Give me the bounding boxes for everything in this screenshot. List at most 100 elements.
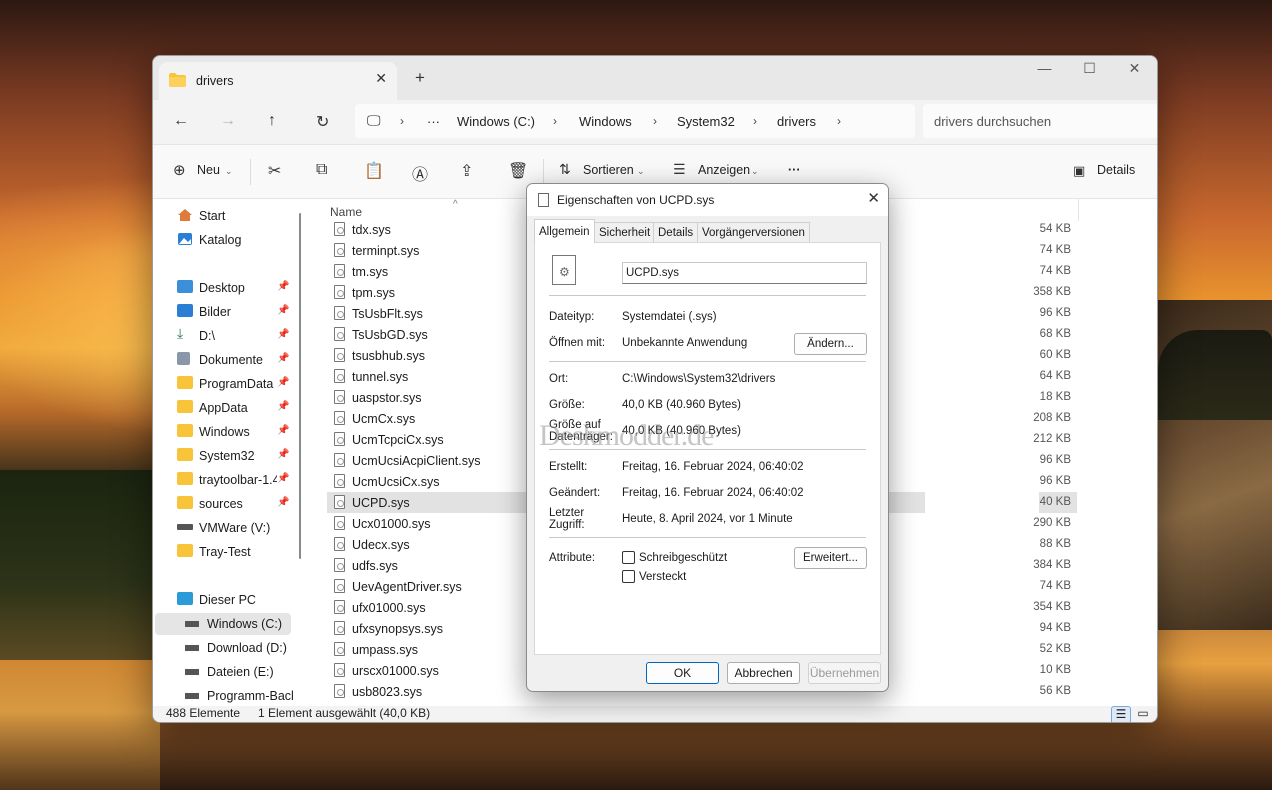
file-name: UcmTcpciCx.sys: [352, 433, 444, 447]
tab-drivers[interactable]: drivers ✕: [159, 62, 397, 100]
breadcrumb-more[interactable]: ···: [427, 114, 440, 129]
column-header-name[interactable]: Name: [330, 205, 362, 219]
filename-field[interactable]: UCPD.sys: [622, 262, 867, 284]
breadcrumb-system32[interactable]: System32: [677, 114, 735, 129]
details-button[interactable]: Details: [1097, 163, 1135, 177]
sidebar-item-dieser-pc[interactable]: Dieser PC: [177, 589, 301, 611]
back-arrow-icon[interactable]: ←: [173, 112, 189, 130]
sort-button[interactable]: Sortieren: [583, 163, 634, 177]
pin-icon[interactable]: 📌: [277, 425, 289, 436]
more-options-button[interactable]: ···: [788, 163, 801, 177]
sidebar-item-dokumente[interactable]: Dokumente 📌: [177, 349, 301, 371]
share-icon[interactable]: ⇪: [460, 161, 473, 181]
tab-allgemein[interactable]: Allgemein: [534, 219, 595, 243]
plus-circle-icon[interactable]: ⊕: [173, 161, 186, 179]
maximize-button[interactable]: ☐: [1067, 60, 1112, 77]
pin-icon[interactable]: 📌: [277, 401, 289, 412]
sidebar-item-download-d[interactable]: Download (D:): [185, 637, 301, 659]
rename-icon[interactable]: Ⓐ: [412, 161, 428, 185]
gallery-icon: [177, 232, 193, 245]
ok-button[interactable]: OK: [646, 662, 719, 684]
close-tab-icon[interactable]: ✕: [375, 70, 387, 87]
pin-icon[interactable]: 📌: [277, 353, 289, 364]
cut-icon[interactable]: ✂: [268, 161, 281, 181]
sidebar-item-windows[interactable]: Windows 📌: [177, 421, 301, 443]
refresh-icon[interactable]: ↻: [316, 112, 329, 132]
details-pane-icon[interactable]: ▣: [1073, 163, 1085, 179]
attributes-label: Attribute:: [549, 552, 596, 564]
size-value: 40,0 KB (40.960 Bytes): [622, 399, 741, 411]
system-file-icon: [334, 432, 345, 446]
view-icon[interactable]: ☰: [673, 161, 686, 178]
sidebar-item-programm-back[interactable]: Programm-Back: [185, 685, 293, 707]
pin-icon[interactable]: 📌: [277, 329, 289, 340]
sidebar-item-system32[interactable]: System32 📌: [177, 445, 301, 467]
file-name: uaspstor.sys: [352, 391, 422, 405]
cancel-button[interactable]: Abbrechen: [727, 662, 800, 684]
file-size: 208 KB: [1033, 412, 1071, 424]
paste-icon[interactable]: 📋: [364, 161, 384, 181]
toolbar-divider: [543, 159, 544, 185]
file-name: UcmCx.sys: [352, 412, 416, 426]
file-size: 384 KB: [1033, 559, 1071, 571]
details-view-icon[interactable]: ☰: [1111, 706, 1131, 722]
tab-title: drivers: [196, 74, 234, 88]
view-button[interactable]: Anzeigen: [698, 163, 750, 177]
pin-icon[interactable]: 📌: [277, 281, 289, 292]
file-size: 52 KB: [1039, 643, 1071, 655]
sidebar-item-appdata[interactable]: AppData 📌: [177, 397, 301, 419]
minimize-button[interactable]: —: [1022, 60, 1067, 76]
sidebar-scrollbar[interactable]: [299, 213, 301, 559]
advanced-button[interactable]: Erweitert...: [794, 547, 867, 569]
sidebar-item-katalog[interactable]: Katalog: [177, 229, 301, 251]
tab-details[interactable]: Details: [653, 222, 699, 242]
delete-icon[interactable]: 🗑: [508, 161, 528, 181]
navigation-bar: ← → ↑ ↻ 🖵 › ··· Windows (C:) › Windows ›…: [153, 100, 1157, 144]
file-name: UcmUcsiAcpiClient.sys: [352, 454, 481, 468]
breadcrumb-windows[interactable]: Windows: [579, 114, 632, 129]
search-input[interactable]: drivers durchsuchen: [923, 104, 1157, 138]
breadcrumb-drivers[interactable]: drivers: [777, 114, 816, 129]
hidden-checkbox[interactable]: [622, 570, 635, 583]
change-button[interactable]: Ändern...: [794, 333, 867, 355]
up-arrow-icon[interactable]: ↑: [268, 112, 276, 130]
new-button[interactable]: Neu: [197, 163, 220, 177]
sidebar-item-start[interactable]: Start: [177, 205, 301, 227]
tab-sicherheit[interactable]: Sicherheit: [594, 222, 656, 242]
sidebar-item-vmware[interactable]: VMWare (V:): [177, 517, 301, 539]
sidebar-item-traytoolbar[interactable]: traytoolbar-1.4: [177, 469, 277, 491]
pin-icon[interactable]: 📌: [277, 377, 289, 388]
pin-icon[interactable]: 📌: [277, 305, 289, 316]
system-file-icon: [334, 390, 345, 404]
sort-icon[interactable]: ⇅: [559, 161, 571, 178]
accessed-label-2: Zugriff:: [549, 519, 585, 531]
system-file-icon: [334, 579, 345, 593]
type-value: Systemdatei (.sys): [622, 311, 717, 323]
copy-icon[interactable]: ⧉: [316, 161, 327, 179]
sidebar-item-tray-test[interactable]: Tray-Test: [177, 541, 301, 563]
close-icon[interactable]: ✕: [867, 189, 880, 207]
pin-icon[interactable]: 📌: [277, 497, 289, 508]
pin-icon[interactable]: 📌: [277, 449, 289, 460]
column-divider: [1078, 199, 1079, 221]
sidebar-item-programdata[interactable]: ProgramData 📌: [177, 373, 301, 395]
sidebar-item-dateien-e[interactable]: Dateien (E:): [185, 661, 301, 683]
filename-value: UCPD.sys: [626, 267, 680, 279]
new-tab-button[interactable]: +: [415, 68, 425, 88]
address-bar[interactable]: 🖵 › ··· Windows (C:) › Windows › System3…: [355, 104, 915, 138]
sidebar-item-desktop[interactable]: Desktop 📌: [177, 277, 301, 299]
breadcrumb-windows-c[interactable]: Windows (C:): [457, 114, 535, 129]
dialog-title-bar: Eigenschaften von UCPD.sys ✕: [527, 184, 888, 216]
forward-arrow-icon[interactable]: →: [220, 112, 236, 130]
file-size: 60 KB: [1039, 349, 1071, 361]
apply-button[interactable]: Übernehmen: [808, 662, 881, 684]
sidebar-item-d[interactable]: ⤓ D:\ 📌: [177, 325, 301, 347]
close-window-button[interactable]: ✕: [1112, 60, 1157, 77]
sidebar-item-bilder[interactable]: Bilder 📌: [177, 301, 301, 323]
tab-vorgaengerversionen[interactable]: Vorgängerversionen: [697, 222, 810, 242]
tiles-view-icon[interactable]: ▭: [1133, 706, 1153, 722]
readonly-checkbox[interactable]: [622, 551, 635, 564]
pin-icon[interactable]: 📌: [277, 473, 289, 484]
sidebar-item-sources[interactable]: sources 📌: [177, 493, 301, 515]
sidebar-item-windows-c[interactable]: Windows (C:): [155, 613, 291, 635]
